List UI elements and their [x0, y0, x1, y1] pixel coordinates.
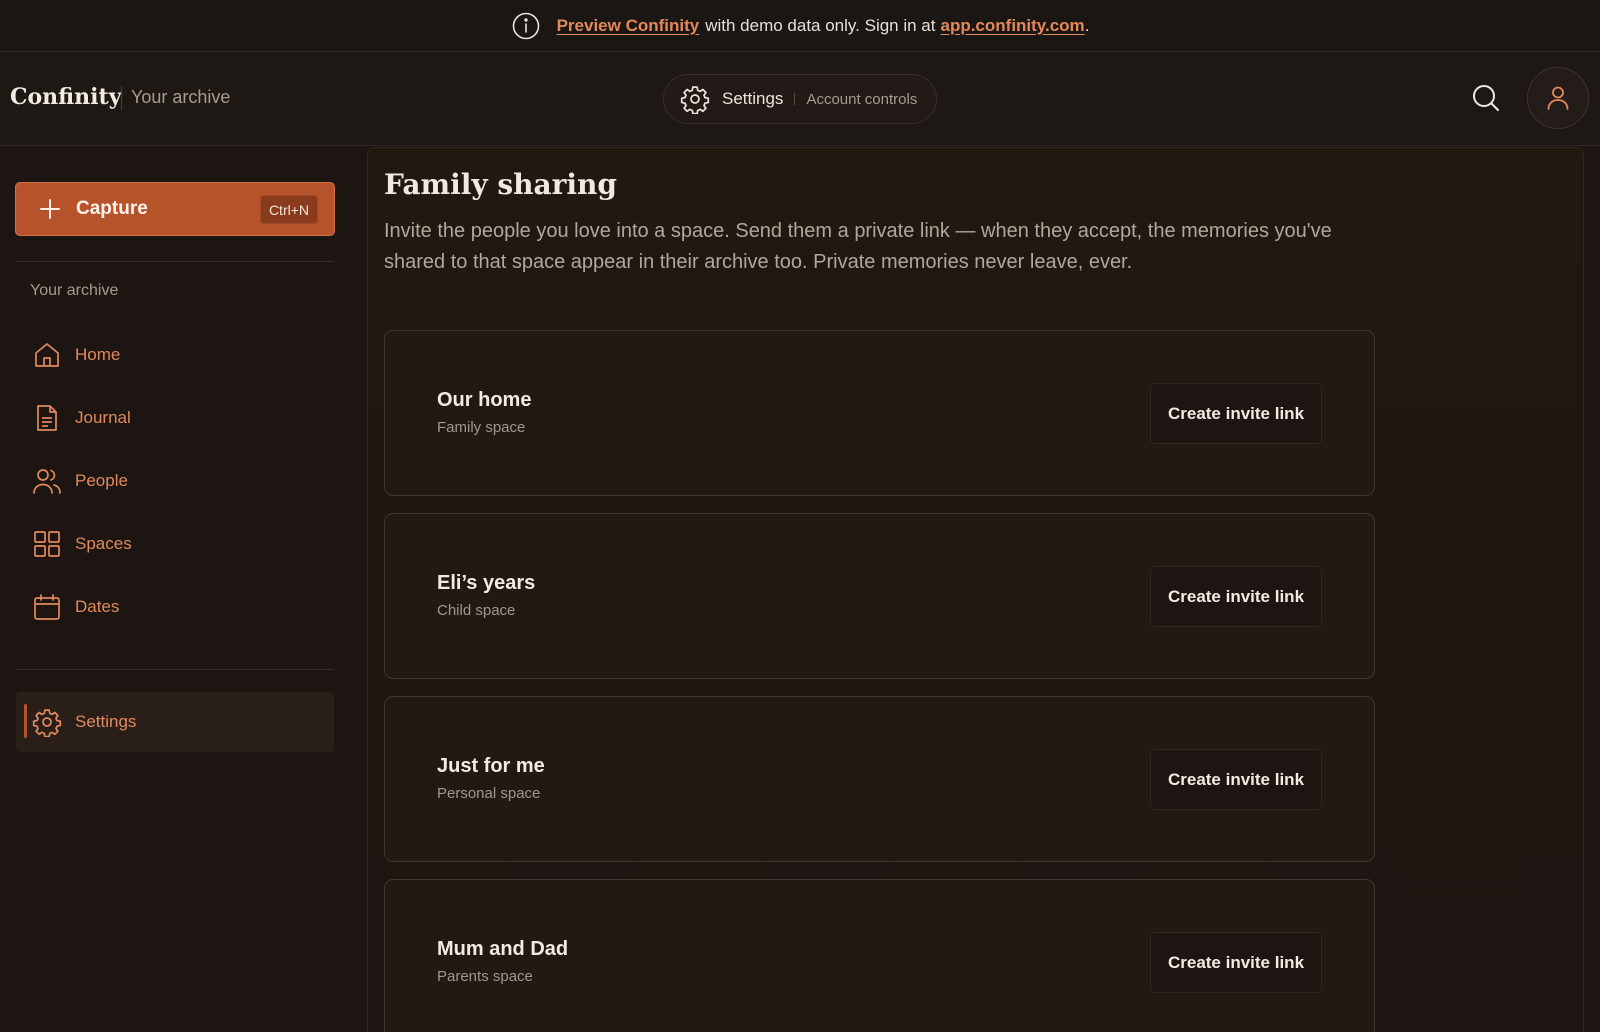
- space-card: Mum and Dad Parents space Create invite …: [384, 879, 1375, 1032]
- settings-breadcrumb-sub: Account controls: [806, 90, 918, 108]
- banner-end: .: [1084, 15, 1090, 35]
- breadcrumb-divider: [794, 93, 796, 105]
- plus-icon: [38, 197, 62, 221]
- sidebar-item-label: Journal: [75, 408, 131, 427]
- sidebar-divider: [16, 669, 334, 670]
- space-type: Family space: [437, 419, 526, 436]
- sidebar-section-heading: Your archive: [30, 282, 119, 299]
- space-name: Eli’s years: [437, 572, 536, 594]
- user-icon: [1544, 84, 1572, 112]
- sidebar-item-label: Settings: [75, 712, 137, 731]
- brand-logo[interactable]: Confinity: [10, 84, 121, 110]
- sidebar-item-home[interactable]: Home: [16, 327, 334, 383]
- banner-text: with demo data only. Sign in at: [705, 15, 936, 35]
- space-name: Mum and Dad: [437, 938, 569, 960]
- create-invite-link-button[interactable]: Create invite link: [1150, 749, 1322, 810]
- signin-url-link[interactable]: app.confinity.com: [940, 16, 1084, 36]
- app-header: Confinity Your archive Settings Account …: [0, 52, 1600, 146]
- space-card: Our home Family space Create invite link: [384, 330, 1375, 496]
- space-name: Our home: [437, 389, 532, 411]
- main-content: Family sharing Invite the people you lov…: [367, 147, 1584, 1032]
- space-card: Just for me Personal space Create invite…: [384, 696, 1375, 862]
- settings-breadcrumb-label: Settings: [722, 89, 784, 108]
- search-icon: [1471, 83, 1501, 113]
- people-icon: [32, 466, 62, 496]
- home-icon: [32, 340, 62, 370]
- sidebar-item-spaces[interactable]: Spaces: [16, 516, 334, 572]
- page-description: Invite the people you love into a space.…: [384, 220, 1332, 273]
- sidebar-item-label: Spaces: [75, 534, 132, 553]
- search-button[interactable]: [1468, 80, 1504, 116]
- create-invite-link-button[interactable]: Create invite link: [1150, 383, 1322, 444]
- space-card: Eli’s years Child space Create invite li…: [384, 513, 1375, 679]
- settings-breadcrumb[interactable]: Settings Account controls: [663, 74, 937, 124]
- capture-shortcut-badge: Ctrl+N: [259, 195, 318, 224]
- sidebar-item-journal[interactable]: Journal: [16, 390, 334, 446]
- space-type: Child space: [437, 602, 516, 619]
- sidebar-item-dates[interactable]: Dates: [16, 579, 334, 635]
- sidebar: Capture Ctrl+N Your archive Home Journal: [0, 147, 366, 1032]
- brand-divider: [121, 86, 122, 110]
- brand-subtitle: Your archive: [131, 87, 231, 107]
- create-invite-link-button[interactable]: Create invite link: [1150, 932, 1322, 993]
- space-type: Parents space: [437, 968, 533, 985]
- capture-button[interactable]: Capture Ctrl+N: [15, 182, 335, 236]
- sidebar-item-label: Home: [75, 345, 121, 364]
- capture-label: Capture: [76, 198, 148, 219]
- preview-banner: Preview Confinity with demo data only. S…: [0, 0, 1600, 52]
- calendar-icon: [32, 592, 62, 622]
- sidebar-item-label: People: [75, 471, 128, 490]
- gear-icon: [680, 84, 710, 114]
- preview-link[interactable]: Preview Confinity: [557, 16, 700, 36]
- grid-icon: [32, 529, 62, 559]
- page-title: Family sharing: [384, 168, 617, 201]
- info-icon: [511, 11, 541, 41]
- space-name: Just for me: [437, 755, 545, 777]
- space-type: Personal space: [437, 785, 541, 802]
- sidebar-item-settings[interactable]: Settings: [16, 692, 334, 752]
- user-avatar-button[interactable]: [1527, 67, 1589, 129]
- gear-icon: [32, 707, 62, 737]
- sidebar-item-label: Dates: [75, 597, 120, 616]
- sidebar-divider: [16, 261, 334, 262]
- document-icon: [32, 403, 62, 433]
- sidebar-item-people[interactable]: People: [16, 453, 334, 509]
- create-invite-link-button[interactable]: Create invite link: [1150, 566, 1322, 627]
